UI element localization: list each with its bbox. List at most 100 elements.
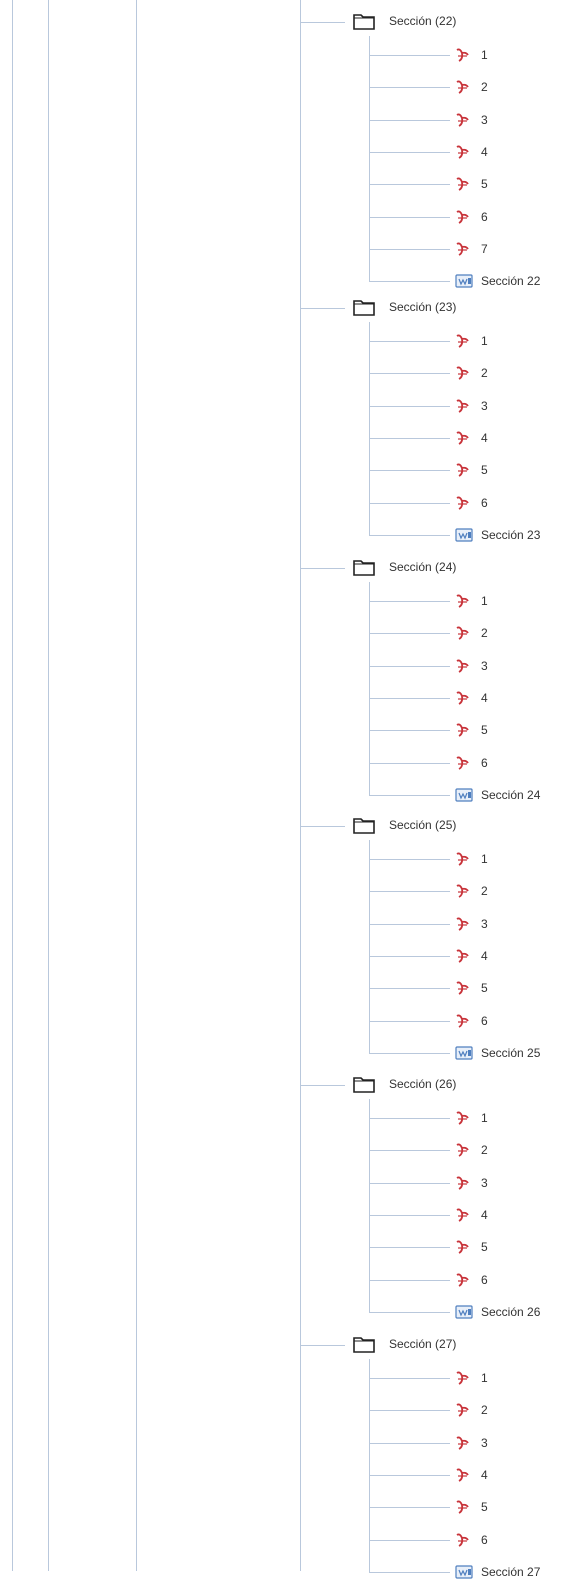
file-label: 7 — [481, 242, 488, 256]
pdf-file-node[interactable]: 1 — [455, 851, 488, 867]
pdf-file-node[interactable]: 6 — [455, 1532, 488, 1548]
pdf-file-node[interactable]: 7 — [455, 241, 488, 257]
pdf-file-node[interactable]: 5 — [455, 1499, 488, 1515]
pdf-file-node[interactable]: 5 — [455, 462, 488, 478]
section-connector — [300, 0, 301, 1571]
pdf-file-node[interactable]: 3 — [455, 658, 488, 674]
folder-connector — [300, 22, 345, 23]
pdf-icon — [455, 209, 469, 225]
pdf-file-node[interactable]: 5 — [455, 1239, 488, 1255]
word-document-icon — [455, 273, 473, 289]
leaf-connector — [369, 956, 450, 957]
leaf-connector — [369, 1378, 450, 1379]
pdf-file-node[interactable]: 6 — [455, 755, 488, 771]
leaf-connector — [369, 1410, 450, 1411]
pdf-icon — [455, 625, 469, 641]
pdf-file-node[interactable]: 3 — [455, 398, 488, 414]
document-label: Sección 23 — [481, 528, 541, 542]
pdf-file-node[interactable]: 2 — [455, 79, 488, 95]
pdf-file-node[interactable]: 4 — [455, 144, 488, 160]
file-label: 2 — [481, 626, 488, 640]
pdf-file-node[interactable]: 6 — [455, 209, 488, 225]
file-label: 4 — [481, 145, 488, 159]
leaf-connector — [369, 1053, 450, 1054]
pdf-icon — [455, 495, 469, 511]
pdf-file-node[interactable]: 4 — [455, 1207, 488, 1223]
folder-connector — [300, 1085, 345, 1086]
pdf-file-node[interactable]: 3 — [455, 1435, 488, 1451]
pdf-file-node[interactable]: 2 — [455, 1142, 488, 1158]
document-node[interactable]: Sección 26 — [455, 1304, 540, 1320]
pdf-file-node[interactable]: 6 — [455, 495, 488, 511]
file-label: 5 — [481, 981, 488, 995]
pdf-file-node[interactable]: 1 — [455, 47, 488, 63]
document-label: Sección 25 — [481, 1046, 541, 1060]
pdf-file-node[interactable]: 1 — [455, 333, 488, 349]
pdf-file-node[interactable]: 3 — [455, 1175, 488, 1191]
file-label: 4 — [481, 1208, 488, 1222]
document-node[interactable]: Sección 27 — [455, 1564, 540, 1580]
document-node[interactable]: Sección 25 — [455, 1045, 540, 1061]
leaf-connector — [369, 1312, 450, 1313]
pdf-file-node[interactable]: 5 — [455, 980, 488, 996]
pdf-file-node[interactable]: 6 — [455, 1013, 488, 1029]
pdf-file-node[interactable]: 4 — [455, 430, 488, 446]
pdf-icon — [455, 658, 469, 674]
folder-node[interactable]: Sección (25) — [353, 816, 456, 834]
folder-connector — [300, 826, 345, 827]
file-label: 4 — [481, 691, 488, 705]
pdf-file-node[interactable]: 1 — [455, 1370, 488, 1386]
folder-label: Sección (27) — [389, 1337, 457, 1351]
pdf-icon — [455, 79, 469, 95]
folder-icon — [353, 1335, 375, 1353]
folder-node[interactable]: Sección (26) — [353, 1075, 456, 1093]
document-node[interactable]: Sección 24 — [455, 787, 540, 803]
file-label: 5 — [481, 723, 488, 737]
pdf-file-node[interactable]: 5 — [455, 722, 488, 738]
leaf-connector — [369, 503, 450, 504]
leaf-connector — [369, 633, 450, 634]
file-label: 6 — [481, 756, 488, 770]
file-label: 5 — [481, 1500, 488, 1514]
leaf-connector — [369, 281, 450, 282]
folder-node[interactable]: Sección (22) — [353, 12, 456, 30]
leaf-connector — [369, 217, 450, 218]
leaf-connector — [369, 55, 450, 56]
pdf-file-node[interactable]: 3 — [455, 916, 488, 932]
pdf-file-node[interactable]: 4 — [455, 690, 488, 706]
document-node[interactable]: Sección 22 — [455, 273, 540, 289]
file-label: 1 — [481, 1111, 488, 1125]
pdf-file-node[interactable]: 1 — [455, 593, 488, 609]
leaf-connector — [369, 924, 450, 925]
folder-node[interactable]: Sección (24) — [353, 558, 456, 576]
pdf-icon — [455, 1142, 469, 1158]
folder-label: Sección (24) — [389, 560, 457, 574]
document-node[interactable]: Sección 23 — [455, 527, 540, 543]
leaf-connector — [369, 698, 450, 699]
pdf-file-node[interactable]: 3 — [455, 112, 488, 128]
folder-icon — [353, 298, 375, 316]
folder-node[interactable]: Sección (27) — [353, 1335, 456, 1353]
pdf-file-node[interactable]: 1 — [455, 1110, 488, 1126]
pdf-icon — [455, 241, 469, 257]
file-label: 1 — [481, 852, 488, 866]
folder-node[interactable]: Sección (23) — [353, 298, 456, 316]
ancestor-connector-1 — [12, 0, 13, 1571]
pdf-file-node[interactable]: 2 — [455, 365, 488, 381]
pdf-file-node[interactable]: 4 — [455, 1467, 488, 1483]
leaf-connector — [369, 891, 450, 892]
folder-label: Sección (23) — [389, 300, 457, 314]
pdf-file-node[interactable]: 2 — [455, 1402, 488, 1418]
pdf-file-node[interactable]: 2 — [455, 883, 488, 899]
pdf-file-node[interactable]: 2 — [455, 625, 488, 641]
ancestor-connector-2 — [48, 0, 49, 1571]
leaf-connector — [369, 438, 450, 439]
leaf-connector — [369, 184, 450, 185]
file-label: 3 — [481, 399, 488, 413]
pdf-file-node[interactable]: 5 — [455, 176, 488, 192]
folder-connector — [300, 1345, 345, 1346]
file-label: 3 — [481, 1176, 488, 1190]
file-label: 1 — [481, 48, 488, 62]
pdf-file-node[interactable]: 4 — [455, 948, 488, 964]
pdf-file-node[interactable]: 6 — [455, 1272, 488, 1288]
